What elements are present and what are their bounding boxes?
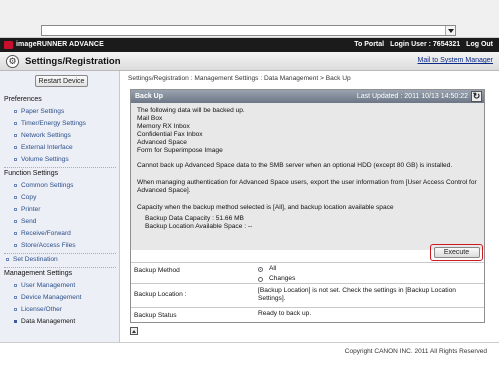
bullet-icon: [14, 158, 17, 161]
backup-item: Memory RX Inbox: [137, 123, 190, 130]
browser-toolbar: [0, 0, 499, 38]
sidebar-item-license-other[interactable]: License/Other: [14, 306, 62, 313]
bullet-icon: [14, 320, 17, 323]
copyright: Copyright CANON INC. 2011 All Rights Res…: [344, 348, 487, 355]
notice-smb: Cannot back up Advanced Space data to th…: [137, 162, 453, 169]
footer: Copyright CANON INC. 2011 All Rights Res…: [0, 342, 499, 374]
backup-location-row: Backup Location : [Backup Location] is n…: [131, 283, 484, 307]
section-function-settings: Function Settings: [4, 170, 59, 177]
radio-changes[interactable]: [258, 277, 263, 282]
sidebar-item-paper-settings[interactable]: Paper Settings: [14, 108, 64, 115]
sidebar-item-network-settings[interactable]: Network Settings: [14, 132, 71, 139]
bullet-icon: [14, 208, 17, 211]
address-bar[interactable]: [41, 25, 456, 36]
bullet-icon: [14, 146, 17, 149]
sidebar-item-set-destination[interactable]: Set Destination: [6, 256, 58, 263]
page-header: ⚙ Settings/Registration Mail to System M…: [0, 52, 499, 71]
top-links: To Portal Login User : 7654321 Log Out: [354, 41, 493, 48]
canon-logo-icon: [4, 41, 13, 49]
mail-to-system-manager-link[interactable]: Mail to System Manager: [418, 57, 493, 64]
bullet-icon: [14, 110, 17, 113]
capacity-note: Capacity when the backup method selected…: [137, 204, 394, 211]
top-bar: imageRUNNER ADVANCE To Portal Login User…: [0, 38, 499, 52]
sidebar-item-timer-energy[interactable]: Timer/Energy Settings: [14, 120, 86, 127]
notice-auth-line1: When managing authentication for Advance…: [137, 179, 477, 186]
notice-auth-line2: Advanced Space].: [137, 187, 191, 194]
section-preferences: Preferences: [4, 96, 42, 103]
last-updated: Last Updated : 2011 10/13 14:50:22: [356, 93, 468, 100]
sidebar-item-common-settings[interactable]: Common Settings: [14, 182, 73, 189]
bullet-icon: [14, 232, 17, 235]
intro-text: The following data will be backed up.: [137, 107, 245, 114]
backup-item: Mail Box: [137, 115, 163, 122]
bullet-icon: [6, 258, 9, 261]
to-portal-link[interactable]: To Portal: [354, 41, 384, 48]
breadcrumb: Settings/Registration : Management Setti…: [128, 75, 351, 82]
settings-gear-icon: ⚙: [6, 55, 19, 68]
sidebar-item-volume-settings[interactable]: Volume Settings: [14, 156, 69, 163]
bullet-icon: [14, 196, 17, 199]
backup-method-row: Backup Method All Changes: [131, 262, 484, 283]
backup-status-row: Backup Status Ready to back up.: [131, 307, 484, 323]
product-name: imageRUNNER ADVANCE: [16, 41, 104, 48]
sidebar-item-external-interface[interactable]: External Interface: [14, 144, 73, 151]
bullet-icon: [14, 122, 17, 125]
backup-location-msg-2: Settings].: [258, 295, 286, 302]
refresh-icon[interactable]: ↻: [471, 91, 482, 102]
panel-header: Back Up Last Updated : 2011 10/13 14:50:…: [131, 90, 484, 103]
backup-status-label: Backup Status: [134, 312, 177, 319]
sidebar-item-user-management[interactable]: User Management: [14, 282, 75, 289]
backup-status-value: Ready to back up.: [258, 310, 312, 317]
backup-method-label: Backup Method: [134, 267, 180, 274]
bullet-icon: [14, 308, 17, 311]
sidebar-item-receive-forward[interactable]: Receive/Forward: [14, 230, 71, 237]
backup-data-capacity: Backup Data Capacity : 51.66 MB: [145, 215, 244, 222]
backup-item: Form for Superimpose Image: [137, 147, 223, 154]
divider: [4, 267, 116, 268]
backup-item: Advanced Space: [137, 139, 187, 146]
divider: [4, 167, 116, 168]
address-dropdown-icon[interactable]: [445, 26, 455, 35]
scroll-to-top-icon[interactable]: [130, 327, 138, 335]
bullet-icon: [14, 284, 17, 287]
sidebar-item-data-management[interactable]: Data Management: [14, 318, 75, 325]
sidebar-item-send[interactable]: Send: [14, 218, 36, 225]
backup-item: Confidential Fax Inbox: [137, 131, 203, 138]
panel-title: Back Up: [135, 93, 164, 100]
divider: [4, 253, 116, 254]
login-user-label: Login User : 7654321: [390, 41, 461, 48]
backup-info: The following data will be backed up. Ma…: [131, 103, 484, 250]
bullet-icon: [14, 134, 17, 137]
sidebar: Restart Device Preferences Paper Setting…: [0, 71, 120, 342]
sidebar-item-device-management[interactable]: Device Management: [14, 294, 81, 301]
main-content: Settings/Registration : Management Setti…: [121, 71, 499, 342]
logout-link[interactable]: Log Out: [466, 41, 493, 48]
bullet-icon: [14, 184, 17, 187]
section-management-settings: Management Settings: [4, 270, 73, 277]
radio-all[interactable]: [258, 267, 263, 272]
sidebar-item-copy[interactable]: Copy: [14, 194, 36, 201]
backup-location-space: Backup Location Available Space : --: [145, 223, 253, 230]
backup-panel: Back Up Last Updated : 2011 10/13 14:50:…: [130, 89, 485, 323]
execute-button[interactable]: Execute: [433, 247, 480, 258]
backup-location-label: Backup Location :: [134, 291, 187, 298]
page-title: Settings/Registration: [25, 56, 121, 67]
restart-device-button[interactable]: Restart Device: [35, 75, 88, 87]
execute-highlight: Execute: [430, 244, 483, 261]
backup-location-msg-1: [Backup Location] is not set. Check the …: [258, 287, 456, 294]
bullet-icon: [14, 220, 17, 223]
radio-changes-label: Changes: [269, 275, 296, 282]
bullet-icon: [14, 244, 17, 247]
sidebar-item-store-access-files[interactable]: Store/Access Files: [14, 242, 76, 249]
radio-all-label: All: [269, 265, 277, 272]
bullet-icon: [14, 296, 17, 299]
sidebar-item-printer[interactable]: Printer: [14, 206, 40, 213]
